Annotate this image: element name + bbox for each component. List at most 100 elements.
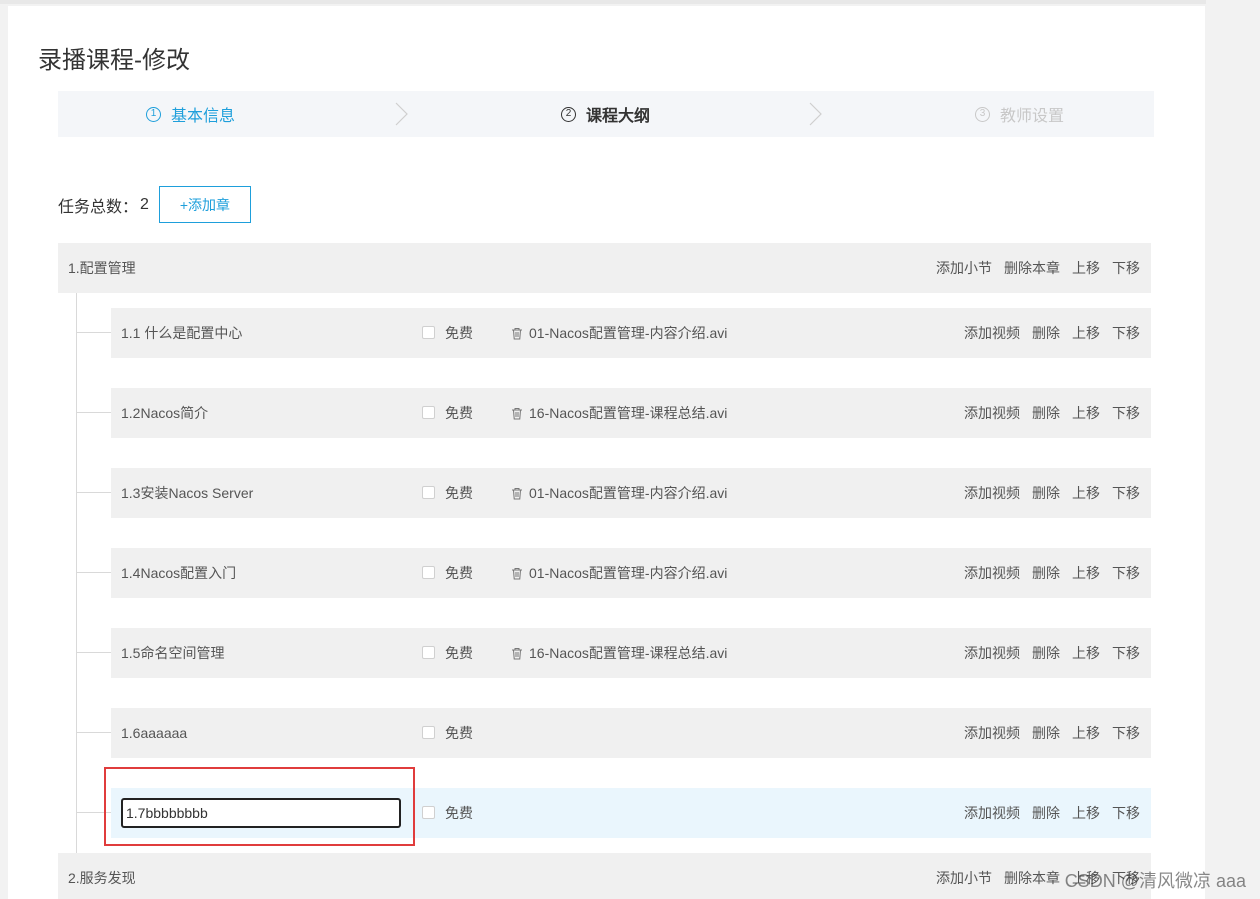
delete-section-link[interactable]: 删除 [1032,403,1060,423]
move-up-link[interactable]: 上移 [1072,258,1100,278]
delete-section-link[interactable]: 删除 [1032,323,1060,343]
free-label: 免费 [445,405,473,421]
free-checkbox[interactable] [422,326,435,339]
free-checkbox[interactable] [422,566,435,579]
right-gutter [1206,0,1260,899]
section-actions: 添加视频 删除 上移 下移 [964,308,1140,358]
add-video-link[interactable]: 添加视频 [964,563,1020,583]
trash-icon[interactable] [511,407,523,420]
move-up-link[interactable]: 上移 [1072,803,1100,823]
tree-branch [77,652,111,653]
section-title: 1.5命名空间管理 [121,645,225,661]
tree-branch [77,412,111,413]
task-count-label: 任务总数： [58,198,139,216]
delete-section-link[interactable]: 删除 [1032,483,1060,503]
add-section-link[interactable]: 添加小节 [936,258,992,278]
move-up-link[interactable]: 上移 [1072,723,1100,743]
delete-chapter-link[interactable]: 删除本章 [1004,258,1060,278]
section-title: 1.6aaaaaa [121,725,188,741]
add-video-link[interactable]: 添加视频 [964,643,1020,663]
section-actions: 添加视频 删除 上移 下移 [964,468,1140,518]
step-course-outline[interactable]: 2 课程大纲 [561,91,650,137]
video-filename: 01-Nacos配置管理-内容介绍.avi [529,485,728,501]
chapter-row: 2.服务发现 添加小节 删除本章 上移 下移 [58,853,1151,899]
video-filename: 16-Nacos配置管理-课程总结.avi [529,645,728,661]
watermark: CSDN @清风微凉 aaa [1064,871,1246,891]
tree-branch [77,732,111,733]
delete-chapter-link[interactable]: 删除本章 [1004,868,1060,888]
task-count-value: 2 [140,195,149,213]
step-label: 课程大纲 [586,108,651,125]
move-up-link[interactable]: 上移 [1072,643,1100,663]
section-row: 1.6aaaaaa 免费 添加视频 删除 上移 下移 [111,708,1151,758]
free-label: 免费 [445,645,473,661]
add-video-link[interactable]: 添加视频 [964,403,1020,423]
move-up-link[interactable]: 上移 [1072,403,1100,423]
move-down-link[interactable]: 下移 [1112,403,1140,423]
delete-section-link[interactable]: 删除 [1032,563,1060,583]
section-row: 1.2Nacos简介 免费 16-Nacos配置管理-课程总结.avi 添加视频… [111,388,1151,438]
trash-icon[interactable] [511,487,523,500]
video-filename: 01-Nacos配置管理-内容介绍.avi [529,325,728,341]
video-item: 01-Nacos配置管理-内容介绍.avi [511,548,727,598]
free-checkbox[interactable] [422,806,435,819]
move-down-link[interactable]: 下移 [1112,258,1140,278]
move-up-link[interactable]: 上移 [1072,563,1100,583]
free-label: 免费 [445,565,473,581]
move-up-link[interactable]: 上移 [1072,323,1100,343]
add-chapter-button[interactable]: +添加章 [158,186,251,223]
free-checkbox[interactable] [422,726,435,739]
move-down-link[interactable]: 下移 [1112,643,1140,663]
step-number-icon: 2 [561,106,576,122]
step-label: 教师设置 [1000,108,1065,125]
trash-icon[interactable] [511,567,523,580]
delete-section-link[interactable]: 删除 [1032,803,1060,823]
move-down-link[interactable]: 下移 [1112,323,1140,343]
free-checkbox[interactable] [422,646,435,659]
page-title: 录播课程-修改 [38,47,190,74]
video-item: 16-Nacos配置管理-课程总结.avi [511,388,727,438]
top-divider [0,0,1260,4]
section-actions: 添加视频 删除 上移 下移 [964,628,1140,678]
free-checkbox[interactable] [422,406,435,419]
trash-icon[interactable] [511,647,523,660]
section-row: 1.4Nacos配置入门 免费 01-Nacos配置管理-内容介绍.avi 添加… [111,548,1151,598]
move-down-link[interactable]: 下移 [1112,723,1140,743]
free-label: 免费 [445,805,473,821]
chevron-right-icon [809,102,822,126]
delete-section-link[interactable]: 删除 [1032,723,1060,743]
step-label: 基本信息 [171,108,236,125]
add-video-link[interactable]: 添加视频 [964,323,1020,343]
trash-icon[interactable] [511,327,523,340]
move-down-link[interactable]: 下移 [1112,563,1140,583]
tree-branch [77,492,111,493]
section-title: 1.4Nacos配置入门 [121,565,237,581]
section-row: 1.5命名空间管理 免费 16-Nacos配置管理-课程总结.avi 添加视频 … [111,628,1151,678]
section-actions: 添加视频 删除 上移 下移 [964,388,1140,438]
step-basic-info[interactable]: 1 基本信息 [146,91,235,137]
tree-branch [77,332,111,333]
add-video-link[interactable]: 添加视频 [964,723,1020,743]
video-item: 01-Nacos配置管理-内容介绍.avi [511,468,727,518]
move-down-link[interactable]: 下移 [1112,483,1140,503]
delete-section-link[interactable]: 删除 [1032,643,1060,663]
step-teacher-settings[interactable]: 3 教师设置 [975,91,1064,137]
section-actions: 添加视频 删除 上移 下移 [964,708,1140,758]
steps-bar: 1 基本信息 2 课程大纲 3 教师设置 [58,91,1154,137]
move-up-link[interactable]: 上移 [1072,483,1100,503]
move-down-link[interactable]: 下移 [1112,803,1140,823]
annotation-highlight-box [104,767,415,846]
section-actions: 添加视频 删除 上移 下移 [964,788,1140,838]
video-item: 01-Nacos配置管理-内容介绍.avi [511,308,727,358]
add-video-link[interactable]: 添加视频 [964,483,1020,503]
section-title: 1.2Nacos简介 [121,405,209,421]
section-row: 1.1 什么是配置中心 免费 01-Nacos配置管理-内容介绍.avi 添加视… [111,308,1151,358]
add-section-link[interactable]: 添加小节 [936,868,992,888]
add-video-link[interactable]: 添加视频 [964,803,1020,823]
free-label: 免费 [445,725,473,741]
video-filename: 01-Nacos配置管理-内容介绍.avi [529,565,728,581]
task-count-row: 任务总数： 2 +添加章 [58,186,251,223]
section-title: 1.3安装Nacos Server [121,485,254,501]
tree-line [76,293,77,853]
free-checkbox[interactable] [422,486,435,499]
